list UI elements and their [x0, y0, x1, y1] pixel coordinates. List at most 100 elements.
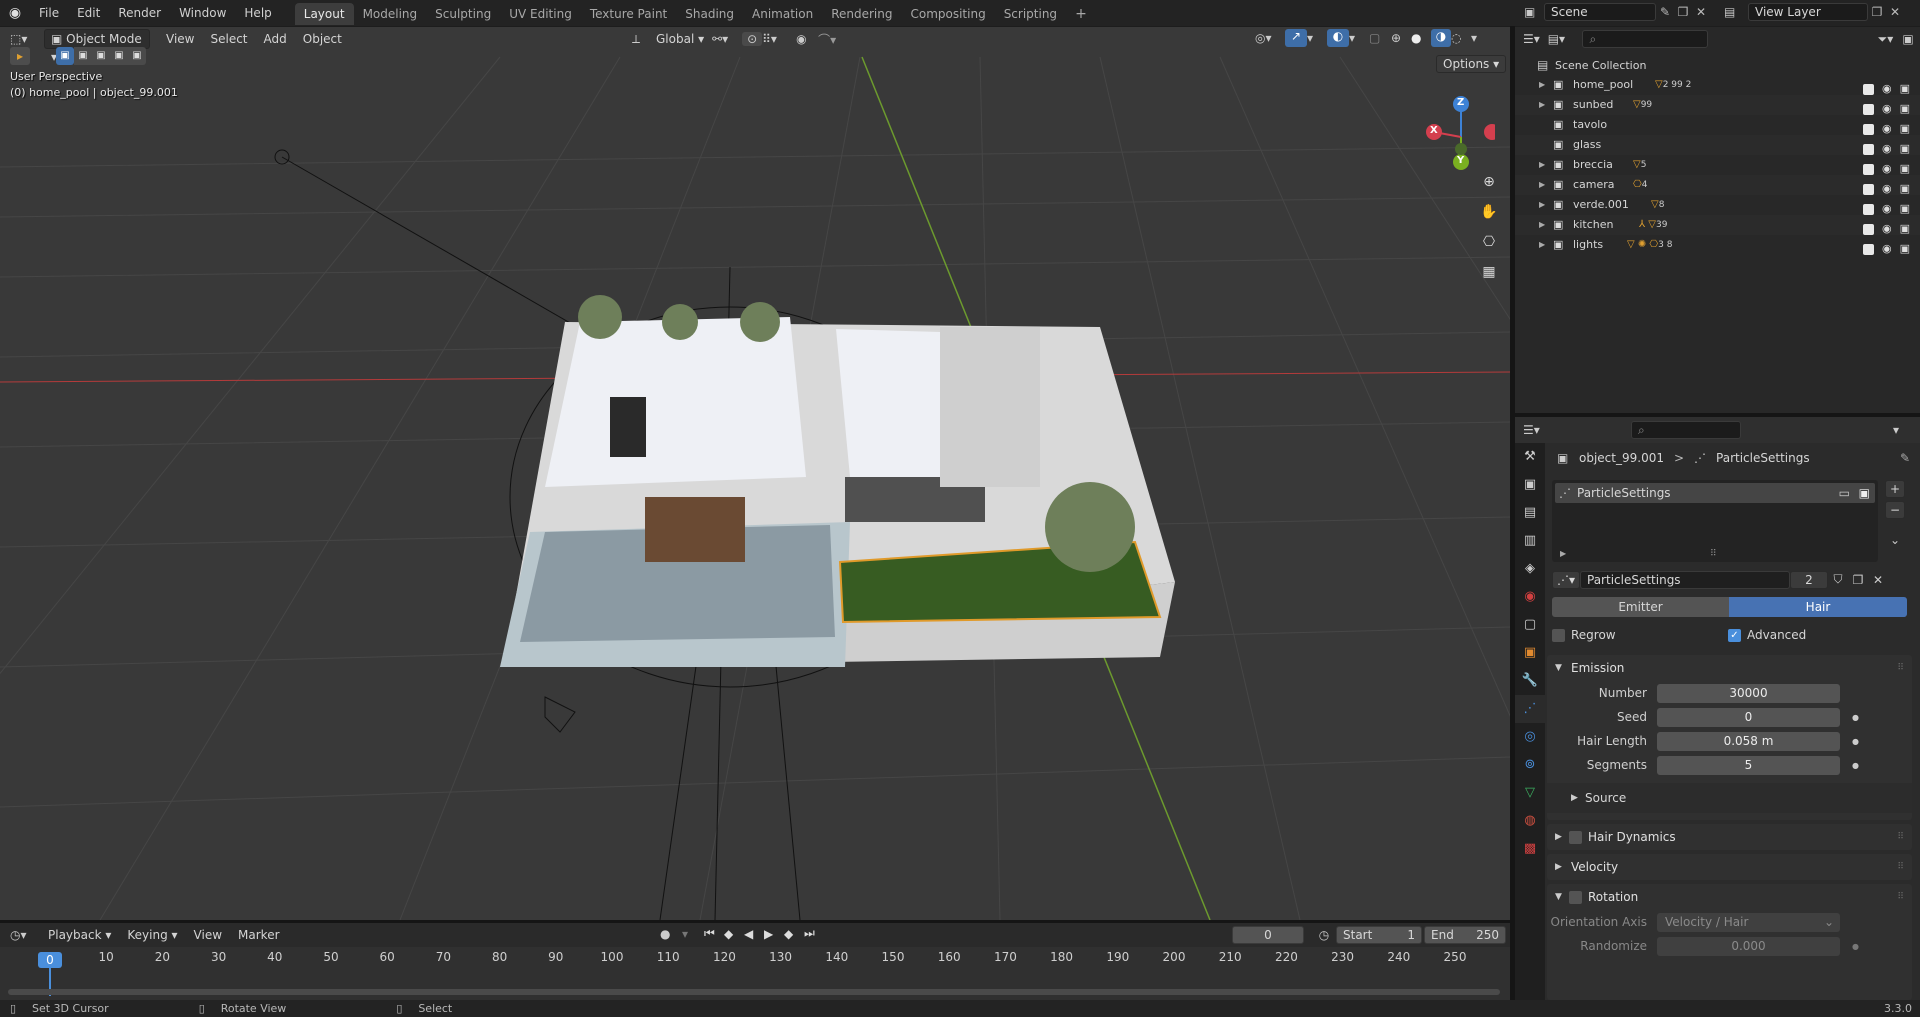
- modifier-tab-icon[interactable]: 🔧: [1515, 667, 1545, 695]
- timeline-editor-icon[interactable]: ◷▾: [10, 928, 40, 942]
- menu-render[interactable]: Render: [109, 0, 170, 26]
- stopwatch-icon[interactable]: ◷: [1312, 928, 1336, 942]
- xray-icon[interactable]: ▢: [1369, 31, 1391, 45]
- filter-icon[interactable]: ⏷▾: [1878, 32, 1903, 47]
- keyframe-dot-icon[interactable]: ●: [1852, 942, 1859, 951]
- segments-field[interactable]: 5: [1657, 755, 1840, 775]
- current-frame-field[interactable]: 0: [1232, 926, 1304, 944]
- exclude-checkbox[interactable]: [1862, 143, 1874, 155]
- list-resize-handle[interactable]: ⠿: [1710, 549, 1717, 559]
- shading-rendered-icon[interactable]: ◌: [1451, 31, 1471, 45]
- delete-view-layer-icon[interactable]: ✕: [1886, 5, 1904, 19]
- type-hair-button[interactable]: Hair: [1729, 597, 1907, 617]
- auto-keying-icon[interactable]: ●: [660, 927, 680, 941]
- keying-set-icon[interactable]: ▾: [682, 927, 702, 941]
- scene-collection-row[interactable]: ▤ Scene Collection: [1515, 55, 1920, 75]
- outliner-row-glass[interactable]: ▣ glass ◉ ▣: [1515, 135, 1920, 155]
- fake-user-icon[interactable]: ⛉: [1828, 572, 1848, 587]
- orientation-axis-dropdown[interactable]: Velocity / Hair ⌄: [1657, 912, 1840, 932]
- select-mode-new-icon[interactable]: ▣: [56, 47, 74, 65]
- outliner-row-kitchen[interactable]: ▶ ▣ kitchen ⅄ ▽ 39 ◉ ▣: [1515, 215, 1920, 235]
- tool-tab-icon[interactable]: ⚒: [1515, 443, 1545, 471]
- tab-animation[interactable]: Animation: [743, 3, 822, 25]
- output-tab-icon[interactable]: ▤: [1515, 499, 1545, 527]
- zoom-icon[interactable]: ⊕: [1476, 169, 1502, 195]
- outliner-row-verde[interactable]: ▶ ▣ verde.001 ▽ 8 ◉ ▣: [1515, 195, 1920, 215]
- snap-target-icon[interactable]: ⠿▾: [762, 32, 786, 46]
- physics-tab-icon[interactable]: ◎: [1515, 723, 1545, 751]
- list-specials-icon[interactable]: ⌄: [1885, 533, 1905, 547]
- outliner-search-field[interactable]: ⌕: [1582, 30, 1708, 48]
- expand-arrow-icon[interactable]: ▶: [1539, 215, 1553, 235]
- outliner-row-home-pool[interactable]: ▶ ▣ home_pool ▽ 2 99 2 ◉ ▣: [1515, 75, 1920, 95]
- outliner-row-breccia[interactable]: ▶ ▣ breccia ▽ 5 ◉ ▣: [1515, 155, 1920, 175]
- active-tool-icon[interactable]: ▸: [10, 47, 30, 65]
- browse-settings-icon[interactable]: ⋰▾: [1552, 570, 1580, 589]
- select-mode-invert-icon[interactable]: ▣: [110, 47, 128, 65]
- falloff-icon[interactable]: ⌒▾: [818, 31, 844, 48]
- duplicate-icon[interactable]: ❐: [1848, 573, 1868, 587]
- outliner-row-lights[interactable]: ▶ ▣ lights ▽ ✺ ⎔ 3 8 ◉ ▣: [1515, 235, 1920, 255]
- overlays-toggle-icon[interactable]: ◐: [1327, 29, 1349, 47]
- outliner-row-camera[interactable]: ▶ ▣ camera ⎔ 4 ◉ ▣: [1515, 175, 1920, 195]
- remove-particle-system-button[interactable]: −: [1885, 501, 1905, 519]
- show-viewport-icon[interactable]: ▭: [1839, 486, 1850, 500]
- exclude-checkbox[interactable]: [1862, 183, 1874, 195]
- visibility-icon[interactable]: ◎▾: [1255, 31, 1285, 45]
- add-workspace-button[interactable]: +: [1066, 3, 1096, 25]
- menu-playback[interactable]: Playback ▾: [40, 925, 119, 945]
- exclude-checkbox[interactable]: [1862, 163, 1874, 175]
- expand-arrow-icon[interactable]: ▶: [1539, 155, 1553, 175]
- menu-object[interactable]: Object: [295, 29, 350, 49]
- play-reverse-icon[interactable]: ◀: [744, 927, 762, 941]
- scene-name-field[interactable]: Scene: [1544, 3, 1656, 21]
- options-button[interactable]: Options ▾: [1436, 55, 1507, 73]
- material-tab-icon[interactable]: ◍: [1515, 807, 1545, 835]
- tab-scripting[interactable]: Scripting: [995, 3, 1066, 25]
- expand-arrow-icon[interactable]: ▶: [1539, 95, 1553, 115]
- menu-timeline-view[interactable]: View: [186, 925, 230, 945]
- view-layer-field[interactable]: View Layer: [1748, 3, 1868, 21]
- shading-material-icon[interactable]: ◑: [1431, 29, 1451, 47]
- outliner-row-sunbed[interactable]: ▶ ▣ sunbed ▽ 99 ◉ ▣: [1515, 95, 1920, 115]
- play-icon[interactable]: ▶: [764, 927, 782, 941]
- tab-shading[interactable]: Shading: [676, 3, 743, 25]
- particle-system-item[interactable]: ⋰ ParticleSettings ▭ ▣: [1555, 483, 1875, 503]
- show-render-icon[interactable]: ▣: [1859, 486, 1870, 500]
- exclude-checkbox[interactable]: [1862, 103, 1874, 115]
- keyframe-dot-icon[interactable]: ●: [1852, 737, 1859, 746]
- hair-length-field[interactable]: 0.058 m: [1657, 731, 1840, 751]
- end-frame-field[interactable]: End 250: [1424, 926, 1506, 944]
- number-field[interactable]: 30000: [1657, 683, 1840, 703]
- drag-handle-icon[interactable]: ⠿: [1897, 854, 1904, 880]
- tab-texture-paint[interactable]: Texture Paint: [581, 3, 676, 25]
- blender-logo-icon[interactable]: ◉: [0, 5, 30, 21]
- constraints-tab-icon[interactable]: ⊚: [1515, 751, 1545, 779]
- tab-layout[interactable]: Layout: [294, 3, 354, 25]
- start-frame-field[interactable]: Start 1: [1336, 926, 1422, 944]
- advanced-checkbox[interactable]: ✓: [1728, 628, 1741, 642]
- data-tab-icon[interactable]: ▽: [1515, 779, 1545, 807]
- hair-dynamics-checkbox[interactable]: [1569, 830, 1582, 844]
- seed-field[interactable]: 0: [1657, 707, 1840, 727]
- tab-rendering[interactable]: Rendering: [822, 3, 901, 25]
- view-layer-icon[interactable]: ▤: [1724, 5, 1748, 19]
- settings-name-field[interactable]: ParticleSettings: [1580, 570, 1790, 589]
- 3d-viewport[interactable]: ⬚▾ ▣ Object Mode ▾ View Select Add Objec…: [0, 27, 1510, 920]
- expand-arrow-icon[interactable]: ▶: [1539, 235, 1553, 255]
- tab-modeling[interactable]: Modeling: [354, 3, 427, 25]
- new-collection-icon[interactable]: ▣: [1902, 32, 1920, 46]
- particles-tab-icon[interactable]: ⋰: [1515, 695, 1545, 723]
- tab-uv-editing[interactable]: UV Editing: [500, 3, 581, 25]
- unlink-icon[interactable]: ✕: [1868, 573, 1888, 587]
- menu-marker[interactable]: Marker: [230, 925, 287, 945]
- gizmo-dropdown-icon[interactable]: ▾: [1307, 31, 1321, 45]
- pin-icon[interactable]: ✎: [1656, 5, 1674, 19]
- pivot-icon[interactable]: ⚯▾: [712, 32, 742, 46]
- exclude-checkbox[interactable]: [1862, 123, 1874, 135]
- camera-view-icon[interactable]: ⎔: [1476, 229, 1502, 255]
- playhead-frame-badge[interactable]: 0: [38, 952, 62, 968]
- add-particle-system-button[interactable]: +: [1885, 480, 1905, 498]
- pan-hand-icon[interactable]: ✋: [1476, 199, 1502, 225]
- jump-start-icon[interactable]: ⏮: [704, 926, 722, 941]
